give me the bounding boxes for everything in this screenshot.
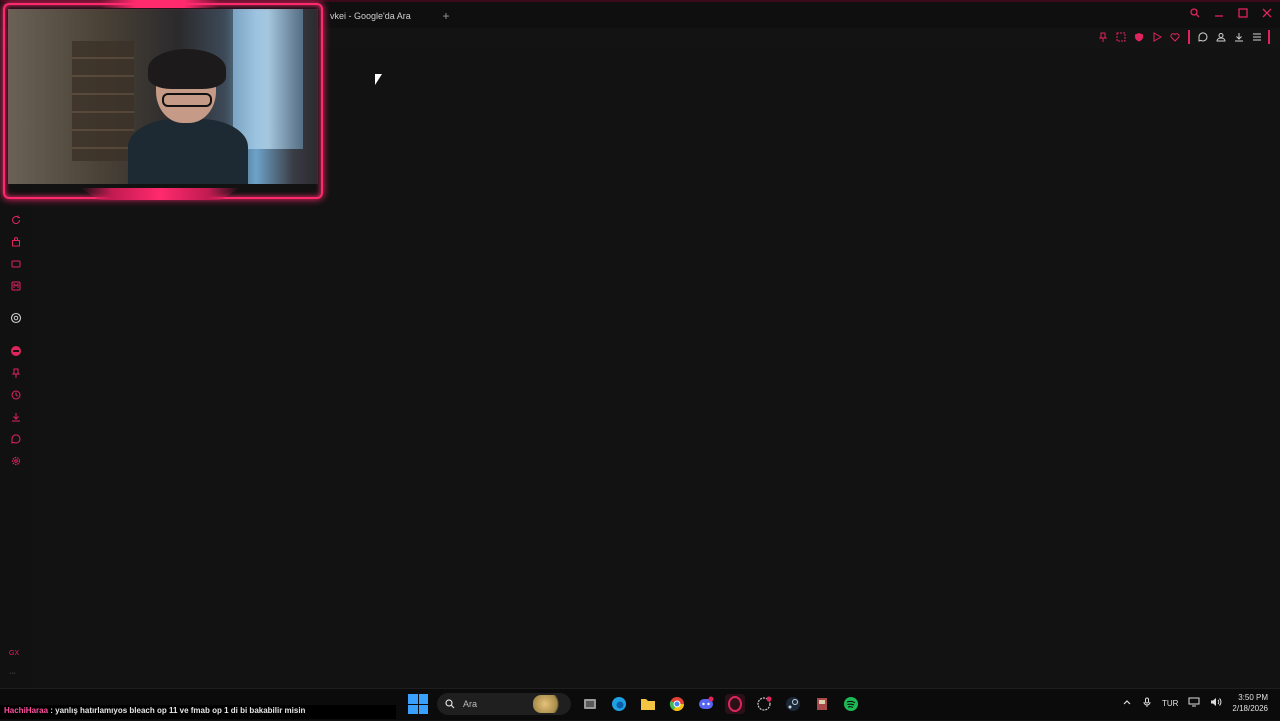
settings-icon[interactable] bbox=[9, 454, 23, 468]
taskbar-apps: Ara bbox=[408, 693, 861, 715]
webcam-frame bbox=[3, 3, 323, 199]
frame-bottom-accent bbox=[80, 188, 240, 200]
language-indicator[interactable]: TUR bbox=[1162, 699, 1178, 708]
toolbar-icons bbox=[1096, 30, 1270, 44]
chat-username: HachiHaraa bbox=[4, 706, 49, 715]
mouse-cursor bbox=[375, 74, 382, 85]
clock-time: 3:50 PM bbox=[1238, 693, 1268, 702]
toolbar-separator bbox=[1188, 30, 1190, 44]
close-icon[interactable] bbox=[1260, 8, 1274, 22]
search-placeholder: Ara bbox=[463, 699, 478, 709]
search-tabs-icon[interactable] bbox=[1188, 8, 1202, 22]
sidebar-more-button[interactable]: ··· bbox=[9, 670, 16, 677]
steam-icon[interactable] bbox=[783, 694, 803, 714]
chat-icon[interactable] bbox=[1196, 30, 1210, 44]
game-icon[interactable] bbox=[812, 694, 832, 714]
chevron-up-icon[interactable] bbox=[1122, 697, 1132, 709]
windows-start-icon[interactable] bbox=[408, 694, 428, 714]
clock-date: 2/18/2026 bbox=[1232, 704, 1268, 713]
network-icon[interactable] bbox=[1188, 697, 1200, 709]
webcam-overlay bbox=[0, 0, 326, 210]
pin-icon[interactable] bbox=[9, 366, 23, 380]
discord-icon[interactable] bbox=[696, 694, 716, 714]
record-icon[interactable] bbox=[9, 344, 23, 358]
bag-icon[interactable] bbox=[9, 235, 23, 249]
chatgpt-icon[interactable] bbox=[9, 311, 23, 325]
clock-app-icon[interactable] bbox=[754, 694, 774, 714]
pin-icon[interactable] bbox=[1096, 30, 1110, 44]
map-icon[interactable] bbox=[9, 279, 23, 293]
volume-icon[interactable] bbox=[1210, 697, 1222, 709]
minimize-icon[interactable] bbox=[1212, 8, 1226, 22]
microphone-icon[interactable] bbox=[1142, 697, 1152, 709]
taskbar: HachiHaraa : yanlış hatırlamıyos bleach … bbox=[0, 688, 1280, 720]
clock[interactable]: 3:50 PM 2/18/2026 bbox=[1232, 692, 1268, 714]
heart-icon[interactable] bbox=[1168, 30, 1182, 44]
tab-title: vkei - Google'da Ara bbox=[330, 11, 411, 21]
chrome-icon[interactable] bbox=[667, 694, 687, 714]
refresh-icon[interactable] bbox=[9, 213, 23, 227]
shield-icon[interactable] bbox=[1132, 30, 1146, 44]
download-icon[interactable] bbox=[1232, 30, 1246, 44]
task-view-icon[interactable] bbox=[580, 694, 600, 714]
toolbar-edge-accent bbox=[1268, 30, 1270, 44]
message-icon[interactable] bbox=[9, 432, 23, 446]
maximize-icon[interactable] bbox=[1236, 8, 1250, 22]
snapshot-icon[interactable] bbox=[1114, 30, 1128, 44]
opera-gx-icon[interactable] bbox=[725, 694, 745, 714]
chat-text: yanlış hatırlamıyos bleach op 11 ve fmab… bbox=[55, 706, 306, 715]
tab-google-search[interactable]: vkei - Google'da Ara bbox=[326, 4, 411, 28]
tv-icon[interactable] bbox=[9, 257, 23, 271]
file-explorer-icon[interactable] bbox=[638, 694, 658, 714]
frame-top-accent bbox=[100, 0, 220, 8]
window-controls bbox=[1188, 8, 1274, 22]
new-tab-button[interactable]: + bbox=[438, 8, 454, 24]
search-highlight-image bbox=[533, 695, 563, 713]
search-icon bbox=[445, 699, 455, 709]
gx-label: GX bbox=[9, 650, 20, 657]
history-icon[interactable] bbox=[9, 388, 23, 402]
taskbar-search[interactable]: Ara bbox=[437, 693, 571, 715]
edge-icon[interactable] bbox=[609, 694, 629, 714]
spotify-icon[interactable] bbox=[841, 694, 861, 714]
chat-message: HachiHaraa : yanlış hatırlamıyos bleach … bbox=[4, 706, 305, 715]
system-tray: TUR 3:50 PM 2/18/2026 bbox=[1122, 692, 1268, 714]
stream-chat-overlay: HachiHaraa : yanlış hatırlamıyos bleach … bbox=[0, 689, 396, 721]
download-icon[interactable] bbox=[9, 410, 23, 424]
profile-icon[interactable] bbox=[1214, 30, 1228, 44]
play-icon[interactable] bbox=[1150, 30, 1164, 44]
menu-icon[interactable] bbox=[1250, 30, 1264, 44]
